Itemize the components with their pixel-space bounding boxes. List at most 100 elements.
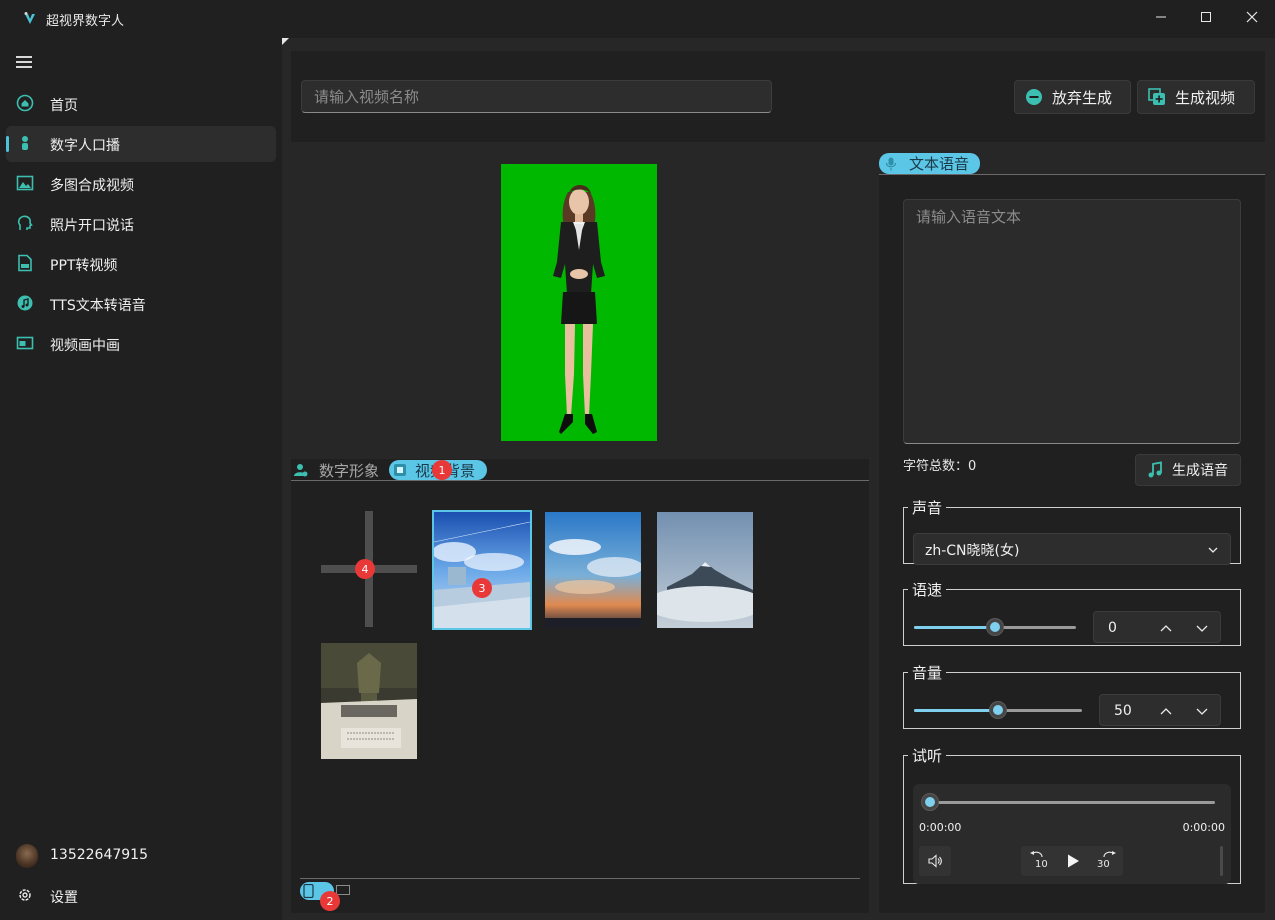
minimize-button[interactable] <box>1138 0 1184 34</box>
top-toolbar: 放弃生成 生成视频 <box>291 51 1265 142</box>
sidebar-item-label: 视频画中画 <box>50 338 120 354</box>
background-icon <box>394 464 406 476</box>
background-thumb-selected[interactable]: 3 <box>432 510 532 630</box>
speed-slider[interactable] <box>914 618 1076 636</box>
char-count-value: 0 <box>968 459 977 474</box>
sidebar-item-label: PPT转视频 <box>50 258 118 274</box>
maximize-button[interactable] <box>1183 0 1229 34</box>
user-account[interactable]: 13522647915 <box>6 838 276 874</box>
playback-slider[interactable] <box>921 793 1215 811</box>
rewind-seconds: 10 <box>1035 859 1048 870</box>
volume-value: 50 <box>1114 703 1132 719</box>
generate-voice-button[interactable]: 生成语音 <box>1135 454 1241 486</box>
preview-group: 试听 0:00:00 0:00:00 10 30 <box>903 745 1241 884</box>
tts-tabbar: 文本语音 <box>879 153 1265 175</box>
sidebar-item-digital-human[interactable]: 数字人口播 <box>6 126 276 162</box>
tts-text-input[interactable] <box>903 199 1241 444</box>
gear-icon <box>19 889 31 901</box>
video-preview <box>291 143 869 459</box>
discard-button[interactable]: 放弃生成 <box>1014 80 1131 114</box>
corner-marker-icon <box>282 38 289 45</box>
add-background-button[interactable]: 4 <box>321 511 417 627</box>
volume-group: 音量 50 <box>903 662 1241 729</box>
background-thumb[interactable] <box>545 512 641 628</box>
volume-button[interactable] <box>919 846 951 876</box>
background-thumb[interactable] <box>321 643 417 759</box>
sidebar: 首页 数字人口播 多图合成视频 照片开口说话 PPT转视频 TTS文本转语音 视… <box>0 38 282 920</box>
sidebar-item-label: 首页 <box>50 98 78 114</box>
rewind-button[interactable]: 10 <box>1025 848 1053 874</box>
marker-badge: 4 <box>355 559 375 579</box>
user-phone: 13522647915 <box>50 847 148 863</box>
add-video-icon <box>1148 88 1165 105</box>
speed-slider-thumb[interactable] <box>986 618 1004 636</box>
chevron-up-icon[interactable] <box>1158 703 1174 719</box>
close-button[interactable] <box>1229 0 1275 34</box>
tab-text-voice-label: 文本语音 <box>909 155 970 173</box>
microphone-icon <box>885 157 897 170</box>
landscape-toggle[interactable] <box>336 885 350 895</box>
chevron-down-icon <box>1208 547 1218 553</box>
image-gallery-icon <box>16 175 34 191</box>
ppt-icon <box>18 254 32 272</box>
playback-controls: 10 30 <box>1021 846 1123 876</box>
play-icon[interactable] <box>1065 853 1081 869</box>
forward-button[interactable]: 30 <box>1093 848 1121 874</box>
speed-slider-fill <box>914 626 995 629</box>
app-title: 超视界数字人 <box>46 14 125 29</box>
user-icon <box>294 464 308 477</box>
volume-slider[interactable] <box>914 701 1082 719</box>
chevron-up-icon[interactable] <box>1158 620 1174 636</box>
player-scrollbar[interactable] <box>1220 846 1223 876</box>
generate-voice-label: 生成语音 <box>1172 463 1228 479</box>
generate-video-button[interactable]: 生成视频 <box>1137 80 1255 114</box>
char-count-label: 字符总数： <box>903 459 969 474</box>
minimize-icon <box>1156 16 1166 18</box>
active-indicator <box>6 136 9 152</box>
home-icon <box>16 94 34 112</box>
menu-toggle-button[interactable] <box>16 56 36 70</box>
generate-video-button-label: 生成视频 <box>1175 88 1236 107</box>
avatar <box>16 844 38 868</box>
playback-thumb[interactable] <box>921 793 939 811</box>
marker-badge: 1 <box>432 460 452 480</box>
anime-sky-image <box>434 512 530 628</box>
chevron-down-icon[interactable] <box>1194 703 1210 719</box>
misty-mountain-image <box>657 512 753 628</box>
speed-group: 语速 0 <box>903 579 1241 646</box>
volume-slider-thumb[interactable] <box>989 701 1007 719</box>
sidebar-item-tts[interactable]: TTS文本转语音 <box>6 286 276 322</box>
sidebar-item-label: 照片开口说话 <box>50 218 134 234</box>
talking-head-icon <box>17 215 33 230</box>
maximize-icon <box>1201 12 1211 22</box>
tab-avatar[interactable]: 数字形象 <box>291 459 379 481</box>
voice-select[interactable]: zh-CN晓晓(女) <box>913 533 1231 565</box>
sidebar-item-label: 多图合成视频 <box>50 178 134 194</box>
marker-badge: 3 <box>472 578 492 598</box>
music-note-icon <box>1148 461 1162 478</box>
main-content: 放弃生成 生成视频 <box>282 38 1275 920</box>
close-icon <box>1246 11 1258 23</box>
sidebar-item-home[interactable]: 首页 <box>6 86 276 122</box>
volume-spinbox[interactable]: 50 <box>1099 694 1221 726</box>
tab-text-voice[interactable]: 文本语音 <box>879 153 980 174</box>
sidebar-item-pip[interactable]: 视频画中画 <box>6 326 276 362</box>
sidebar-item-settings[interactable]: 设置 <box>6 878 276 914</box>
total-time: 0:00:00 <box>1182 821 1225 834</box>
video-name-input[interactable] <box>301 80 772 113</box>
sidebar-item-ppt[interactable]: PPT转视频 <box>6 246 276 282</box>
marker-badge: 2 <box>320 891 340 911</box>
voice-group: 声音 zh-CN晓晓(女) <box>903 497 1241 565</box>
sidebar-item-multi-image[interactable]: 多图合成视频 <box>6 166 276 202</box>
chevron-down-icon[interactable] <box>1194 620 1210 636</box>
app-window: 超视界数字人 首页 数字人口播 多图合成视频 照片开口说话 PPT转视频 TTS… <box>0 0 1275 920</box>
speaker-icon <box>928 854 942 868</box>
preview-legend: 试听 <box>912 747 943 765</box>
gallery-divider <box>300 878 860 879</box>
forward-seconds: 30 <box>1097 859 1110 870</box>
app-logo-icon <box>24 12 35 24</box>
speed-spinbox[interactable]: 0 <box>1093 611 1221 643</box>
tab-avatar-label: 数字形象 <box>319 461 380 480</box>
background-thumb[interactable] <box>657 512 753 628</box>
sidebar-item-talking-photo[interactable]: 照片开口说话 <box>6 206 276 242</box>
